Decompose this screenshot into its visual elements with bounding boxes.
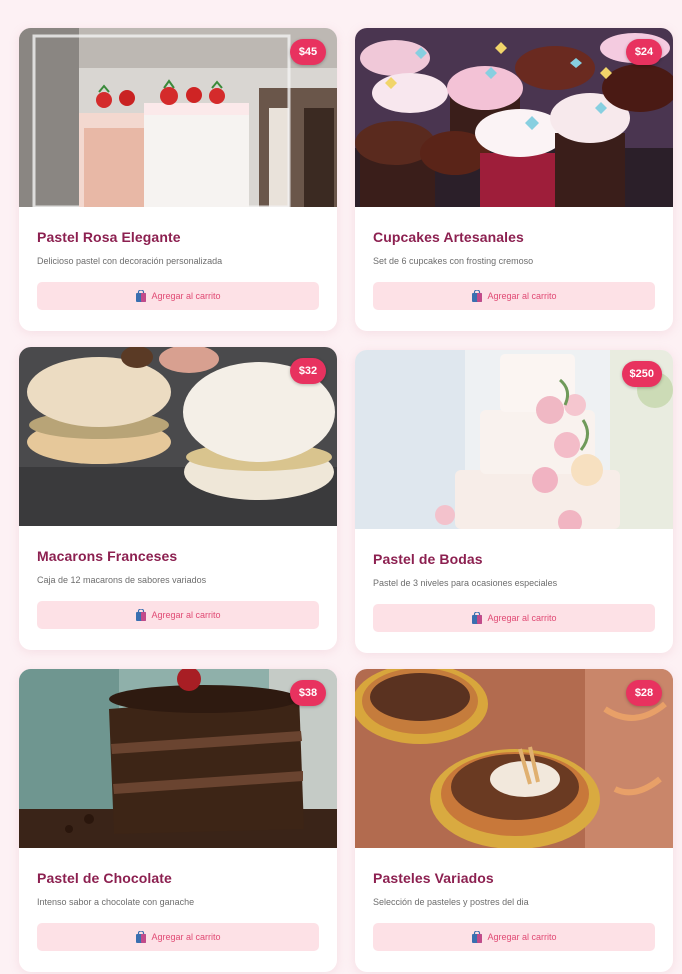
- add-to-cart-label: Agregar al carrito: [151, 291, 221, 301]
- product-image[interactable]: $28: [355, 669, 673, 848]
- price-badge: $28: [626, 680, 662, 706]
- add-to-cart-button[interactable]: Agregar al carrito: [373, 923, 655, 951]
- product-card: $28 Pasteles Variados Selección de paste…: [355, 669, 673, 972]
- shopping-bag-icon: [472, 931, 483, 943]
- price-badge: $45: [290, 39, 326, 65]
- product-card: $24 Cupcakes Artesanales Set de 6 cupcak…: [355, 28, 673, 331]
- product-title: Pastel Rosa Elegante: [37, 229, 181, 245]
- product-card: $32 Macarons Franceses Caja de 12 macaro…: [19, 347, 337, 650]
- product-title: Macarons Franceses: [37, 548, 178, 564]
- price-badge: $32: [290, 358, 326, 384]
- product-description: Selección de pasteles y postres del dia: [373, 897, 529, 907]
- tarts-photo: [355, 669, 673, 848]
- shopping-bag-icon: [472, 612, 483, 624]
- price-badge: $250: [621, 361, 662, 387]
- add-to-cart-label: Agregar al carrito: [151, 610, 221, 620]
- shopping-bag-icon: [472, 290, 483, 302]
- add-to-cart-button[interactable]: Agregar al carrito: [373, 604, 655, 632]
- add-to-cart-button[interactable]: Agregar al carrito: [37, 282, 319, 310]
- product-card: $250 Pastel de Bodas Pastel de 3 niveles…: [355, 350, 673, 653]
- product-description: Caja de 12 macarons de sabores variados: [37, 575, 207, 585]
- add-to-cart-label: Agregar al carrito: [487, 932, 557, 942]
- add-to-cart-label: Agregar al carrito: [487, 291, 557, 301]
- shopping-bag-icon: [136, 931, 147, 943]
- product-description: Set de 6 cupcakes con frosting cremoso: [373, 256, 534, 266]
- product-image[interactable]: $45: [19, 28, 337, 207]
- chocolate-cake-photo: [19, 669, 337, 848]
- product-card: $38 Pastel de Chocolate Intenso sabor a …: [19, 669, 337, 972]
- add-to-cart-button[interactable]: Agregar al carrito: [37, 923, 319, 951]
- shopping-bag-icon: [136, 609, 147, 621]
- product-title: Pasteles Variados: [373, 870, 494, 886]
- product-title: Cupcakes Artesanales: [373, 229, 524, 245]
- product-image[interactable]: $32: [19, 347, 337, 526]
- product-card: $45 Pastel Rosa Elegante Delicioso paste…: [19, 28, 337, 331]
- product-image[interactable]: $38: [19, 669, 337, 848]
- strawberry-cake-photo: [19, 28, 337, 207]
- product-title: Pastel de Chocolate: [37, 870, 172, 886]
- price-badge: $24: [626, 39, 662, 65]
- cupcakes-photo: [355, 28, 673, 207]
- add-to-cart-label: Agregar al carrito: [151, 932, 221, 942]
- product-image[interactable]: $250: [355, 350, 673, 529]
- price-badge: $38: [290, 680, 326, 706]
- product-description: Pastel de 3 niveles para ocasiones espec…: [373, 578, 558, 588]
- add-to-cart-button[interactable]: Agregar al carrito: [373, 282, 655, 310]
- product-title: Pastel de Bodas: [373, 551, 483, 567]
- add-to-cart-label: Agregar al carrito: [487, 613, 557, 623]
- product-grid: $45 Pastel Rosa Elegante Delicioso paste…: [0, 0, 682, 974]
- product-description: Intenso sabor a chocolate con ganache: [37, 897, 195, 907]
- add-to-cart-button[interactable]: Agregar al carrito: [37, 601, 319, 629]
- shopping-bag-icon: [136, 290, 147, 302]
- product-image[interactable]: $24: [355, 28, 673, 207]
- macarons-photo: [19, 347, 337, 526]
- product-description: Delicioso pastel con decoración personal…: [37, 256, 223, 266]
